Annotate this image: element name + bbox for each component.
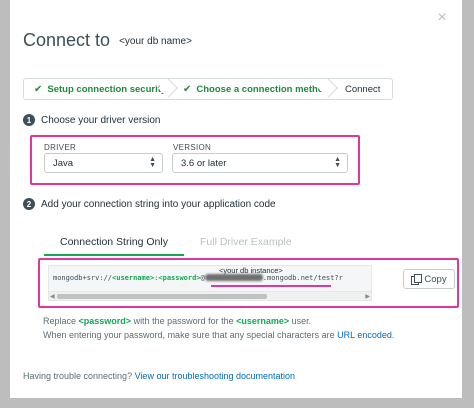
close-icon[interactable]: × (434, 10, 450, 26)
redacted-host (204, 274, 263, 281)
help-text: . (391, 330, 395, 340)
step-label: Setup connection security (47, 83, 167, 95)
check-icon: ✔ (183, 83, 192, 95)
check-icon: ✔ (34, 83, 43, 95)
section-connection-title: 2 Add your connection string into your a… (23, 198, 276, 210)
select-arrows-icon: ▲ ▼ (149, 156, 156, 169)
backdrop-left (0, 0, 10, 408)
url-encoded-link[interactable]: URL encoded (337, 330, 392, 340)
driver-select[interactable]: Java ▲ ▼ (44, 153, 163, 173)
driver-selection-box: DRIVER Java ▲ ▼ VERSION 3.6 or later ▲ ▼ (30, 135, 360, 185)
modal-title: Connect to <your db name> (23, 30, 192, 51)
step-label: Connect (345, 83, 381, 95)
help-username-token: <username> (236, 316, 290, 326)
troubleshooting-link[interactable]: View our troubleshooting documentation (135, 371, 295, 381)
help-url-encoding: When entering your password, make sure t… (43, 330, 394, 340)
connection-string-line: mongodb+srv://<username>:<password>@ .mon… (53, 274, 343, 282)
uri-prefix: mongodb+srv:// (53, 274, 113, 282)
backdrop-right (462, 0, 474, 408)
driver-value: Java (53, 157, 74, 169)
step-number-badge: 2 (23, 198, 35, 210)
version-label: VERSION (173, 143, 212, 152)
select-arrows-icon: ▲ ▼ (334, 156, 341, 169)
db-name: <your db name> (119, 36, 192, 47)
connect-modal: × Connect to <your db name> ✔ Setup conn… (10, 0, 462, 398)
section-title-text: Choose your driver version (41, 114, 161, 126)
connection-string-box: <your db instance> mongodb+srv://<userna… (38, 258, 459, 308)
uri-password: <password> (158, 274, 201, 282)
step-number-badge: 1 (23, 114, 35, 126)
copy-button[interactable]: Copy (403, 269, 455, 289)
scroll-left-icon[interactable]: ◀ (50, 293, 55, 300)
wizard-steps: ✔ Setup connection security ✔ Choose a c… (23, 78, 393, 100)
section-driver-title: 1 Choose your driver version (23, 114, 161, 126)
copy-label: Copy (424, 273, 447, 285)
help-password-token: <password> (78, 316, 132, 326)
horizontal-scrollbar[interactable]: ◀ ▶ (49, 291, 371, 300)
troubleshooting-footer: Having trouble connecting? View our trou… (23, 371, 295, 381)
db-instance-underline (211, 285, 331, 287)
version-select[interactable]: 3.6 or later ▲ ▼ (172, 153, 348, 173)
step-setup-security[interactable]: ✔ Setup connection security (24, 79, 178, 99)
uri-suffix: .mongodb.net/test?r (262, 274, 343, 282)
connection-string-code[interactable]: <your db instance> mongodb+srv://<userna… (48, 265, 372, 301)
step-label: Choose a connection method (196, 83, 330, 95)
step-connect[interactable]: Connect (329, 79, 390, 99)
uri-username: <username> (112, 274, 155, 282)
driver-label: DRIVER (44, 143, 77, 152)
help-replace-password: Replace <password> with the password for… (43, 316, 311, 326)
tab-connection-string-only[interactable]: Connection String Only (44, 236, 184, 256)
section-title-text: Add your connection string into your app… (41, 198, 276, 210)
connection-tabs: Connection String Only Full Driver Examp… (44, 236, 308, 256)
scrollbar-thumb[interactable] (57, 294, 267, 299)
tab-full-driver-example[interactable]: Full Driver Example (184, 236, 308, 256)
version-value: 3.6 or later (181, 157, 227, 169)
backdrop-bottom (0, 398, 474, 408)
help-text: Replace (43, 316, 79, 326)
help-text: When entering your password, make sure t… (43, 330, 338, 340)
scroll-right-icon[interactable]: ▶ (365, 293, 370, 300)
copy-icon (411, 274, 423, 285)
help-text: with the password for the (131, 316, 237, 326)
step-choose-method[interactable]: ✔ Choose a connection method (169, 79, 338, 99)
help-text: user. (289, 316, 312, 326)
trouble-text: Having trouble connecting? (23, 371, 133, 381)
modal-title-text: Connect to (23, 30, 111, 50)
